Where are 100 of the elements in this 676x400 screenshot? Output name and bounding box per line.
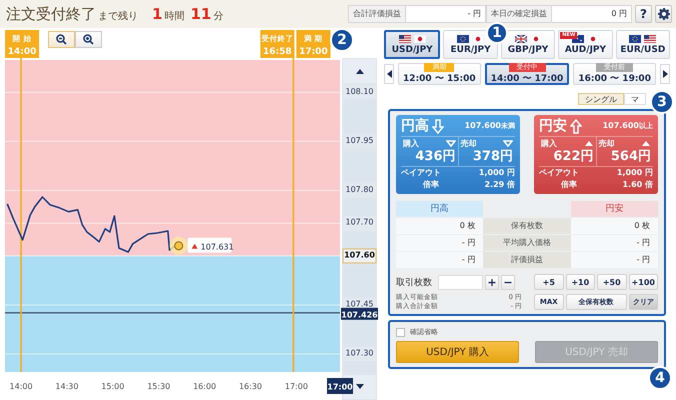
flag-icon: [514, 34, 527, 42]
triangle-icon: [503, 140, 513, 147]
settings-icon: [658, 8, 670, 20]
axis-label: 108.10: [343, 85, 376, 100]
quantity-input[interactable]: [438, 275, 483, 290]
rate-value: 1.60 倍: [622, 179, 653, 191]
payout-label: ペイアウト: [539, 167, 579, 179]
previous-button[interactable]: [384, 64, 394, 84]
table-cell: 0 枚: [570, 218, 658, 234]
down-arrow-icon: [432, 118, 444, 134]
zoom-out-icon: [56, 34, 67, 45]
minutes-value: 11: [190, 4, 212, 22]
countdown-title: 注文受付終了: [6, 4, 96, 24]
axis-label: 14:00: [10, 382, 33, 391]
right-arrow-icon: [662, 70, 668, 78]
buy-label: 購入: [403, 138, 419, 149]
scroll-up-button[interactable]: [343, 59, 376, 83]
rate-label: 倍率: [560, 179, 577, 191]
table-cell: - 円: [396, 235, 484, 251]
quantity-button[interactable]: +50: [597, 274, 626, 290]
quantity-label: 取引枚数: [396, 276, 432, 289]
card-title: 円高: [401, 117, 429, 135]
minutes-unit: 分: [213, 10, 224, 22]
summary-value: - 円: [406, 5, 486, 23]
buy-label: 購入: [541, 138, 557, 149]
y-tick-label: 107.80: [346, 184, 374, 194]
checkbox[interactable]: [396, 328, 405, 336]
axis-label: 107.80: [343, 184, 376, 198]
y-tick-label: 108.10: [346, 86, 374, 96]
axis-label: 107.60: [342, 248, 376, 264]
next-button[interactable]: [660, 64, 670, 84]
card-title: 円安: [539, 117, 567, 135]
axis-label: 107.70: [343, 216, 376, 230]
rate-value: 2.29 倍: [484, 179, 515, 191]
column-header: 円安: [570, 201, 658, 217]
minus-button[interactable]: −: [501, 275, 515, 290]
column-header: 円高: [396, 201, 484, 217]
help-button[interactable]: ?: [635, 5, 652, 23]
axis-label: 16:00: [193, 382, 216, 391]
flag-icon: [457, 34, 470, 42]
rate-label: 倍率: [422, 179, 439, 191]
callout-number: 2: [330, 28, 354, 52]
zoom-in-button[interactable]: [75, 31, 102, 48]
order-button[interactable]: USD/JPY 購入: [396, 341, 519, 363]
flag-icon: [586, 34, 599, 42]
table-cell: 保有枚数: [483, 218, 571, 234]
payout-value: 1,000 円: [616, 167, 653, 179]
y-tick-label: 107.70: [346, 218, 374, 227]
price-value: 378円: [472, 149, 513, 165]
table-cell: 平均購入価格: [483, 235, 571, 251]
triangle-icon: [446, 140, 456, 147]
quantity-button[interactable]: +100: [628, 274, 658, 290]
axis-label: 14:30: [55, 382, 78, 391]
quantity-button[interactable]: +5: [534, 274, 564, 290]
payout-label: ペイアウト: [401, 167, 441, 179]
y-tick-label: 107.30: [346, 348, 374, 358]
flag-icon: [644, 34, 656, 42]
sell-label: 売却: [460, 138, 476, 149]
price-tooltip: 107.631: [188, 238, 234, 253]
y-tick-label: 107.60: [344, 250, 376, 260]
up-arrow-icon: [570, 118, 582, 134]
table-cell: - 円: [570, 235, 658, 251]
sell-label: 売却: [598, 138, 614, 149]
y-tick-label: 107.95: [346, 136, 374, 145]
zoom-in-icon: [83, 34, 94, 45]
axis-label: 107.95: [343, 134, 376, 148]
hours-unit: 時間: [164, 10, 184, 22]
price-value: 564円: [610, 149, 651, 165]
price-value: 622円: [552, 149, 594, 165]
axis-label: 17:00: [284, 382, 308, 391]
table-cell: - 円: [570, 252, 658, 268]
currency-tab[interactable]: GBP/JPY: [500, 30, 556, 59]
flag-icon: [472, 34, 484, 42]
zoom-out-button[interactable]: [48, 31, 75, 48]
currency-tab[interactable]: USD/JPY: [384, 30, 440, 59]
summary-label: 合計評価損益: [348, 5, 406, 23]
currency-tab[interactable]: EUR/USD: [616, 30, 670, 59]
table-cell: 評価損益: [483, 252, 571, 268]
hours-value: 1: [152, 4, 162, 22]
triangle-icon: [584, 140, 594, 147]
y-tick-label: 107.45: [346, 299, 374, 308]
reference-price-label: 107.426: [341, 308, 378, 320]
payout-value: 1,000 円: [478, 167, 515, 179]
left-arrow-icon: [386, 70, 392, 78]
settings-button[interactable]: [655, 5, 672, 23]
triangle-icon: [641, 140, 651, 147]
plus-button[interactable]: +: [485, 275, 499, 290]
flag-icon: [530, 34, 542, 42]
table-cell: 0 枚: [396, 218, 484, 234]
table-cell: - 円: [396, 252, 484, 268]
flag-icon: [398, 34, 411, 42]
axis-label: 16:30: [238, 382, 262, 391]
quantity-button[interactable]: +10: [566, 274, 595, 290]
flag-icon: [414, 34, 426, 42]
mode-tab[interactable]: シングル: [578, 93, 624, 105]
mode-tab[interactable]: マ: [624, 93, 646, 105]
countdown-text: まで残り: [98, 10, 138, 22]
price-value: 436円: [414, 149, 456, 165]
flag-icon: [629, 34, 642, 42]
summary-value: 0 円: [552, 5, 632, 23]
